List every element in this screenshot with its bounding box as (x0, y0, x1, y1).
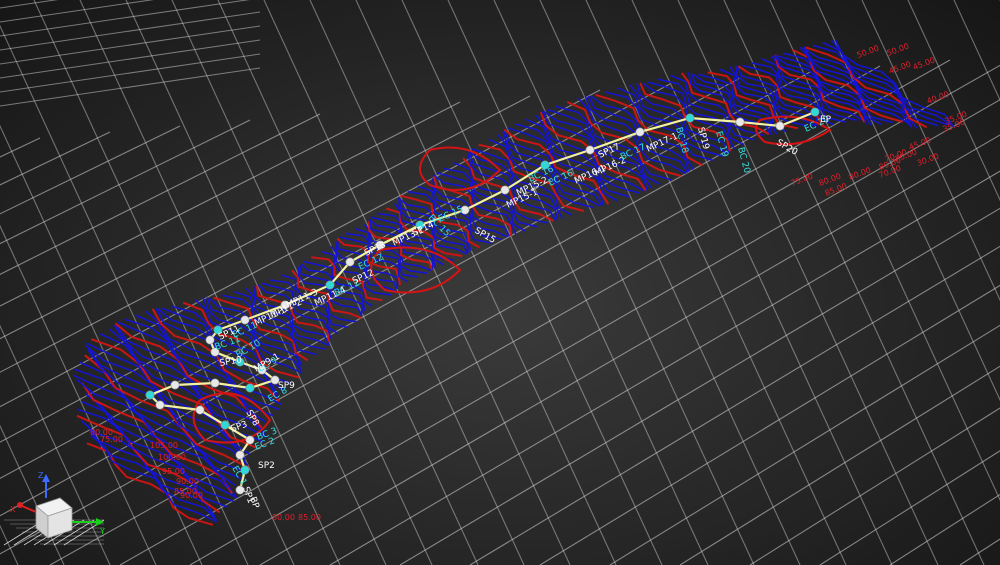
grid-line (0, 67, 261, 107)
elevation-label: 95.00 (162, 467, 185, 476)
elevation-label: 45.00 (888, 60, 913, 76)
elevation-label: 100.00 (158, 453, 186, 462)
grid-line (493, 0, 755, 565)
station-node[interactable] (585, 145, 595, 155)
alignment-label: SP2 (258, 461, 275, 471)
grid-line (0, 424, 65, 565)
alignment-label: MP17-1 (645, 131, 680, 154)
elevation-label: 85.00 (298, 513, 321, 522)
grid-line (953, 0, 1000, 102)
ground-grid (0, 0, 1000, 565)
curve-point-node[interactable] (325, 280, 335, 290)
elevation-label: 80.00 (272, 513, 295, 522)
grid-line (329, 170, 1000, 565)
elevation-label: 105.00 (150, 441, 178, 450)
elevation-label: 40.00 (926, 90, 951, 106)
alignment-label: EP (820, 115, 832, 125)
elevation-label: 90.00 (176, 477, 199, 486)
curve-point-node[interactable] (685, 113, 695, 123)
alignment-label: BC 20 (735, 146, 752, 175)
grid-line (0, 11, 261, 51)
grid-line (79, 0, 341, 565)
station-node[interactable] (500, 185, 510, 195)
curve-point-node[interactable] (810, 107, 820, 117)
elevation-label: 80.00 (848, 166, 873, 182)
grid-line (355, 0, 617, 565)
grid-line (401, 0, 663, 565)
grid-line (0, 39, 261, 79)
station-node[interactable] (635, 127, 645, 137)
station-node[interactable] (210, 378, 220, 388)
x-axis-head (17, 502, 23, 508)
x-axis-label: X (10, 505, 16, 514)
station-node[interactable] (155, 400, 165, 410)
curve-point-node[interactable] (245, 383, 255, 393)
elevation-label: 50.00 (856, 44, 881, 60)
y-axis-head (96, 518, 104, 526)
elevation-label: 75.00 (790, 172, 815, 188)
grid-line (171, 0, 433, 565)
elevation-label: 75.00 (100, 435, 123, 444)
station-node[interactable] (775, 121, 785, 131)
station-node[interactable] (345, 257, 355, 267)
grid-line (861, 0, 1000, 302)
3d-viewport[interactable]: 50.00 45.00 40.00 35.00 45.00 80.00 85.00 30.00… (0, 0, 1000, 565)
grid-line (0, 524, 19, 565)
grid-line (0, 53, 261, 93)
alignment-label: SP10 (219, 355, 243, 369)
z-axis-label: Z (38, 471, 44, 480)
curve-point-node[interactable] (145, 390, 155, 400)
grid-line (0, 25, 261, 65)
terrain-scene[interactable]: 50.0045.0040.0035.0045.0080.0085.0030.00… (0, 0, 1000, 565)
elevation-label: 30.00 (916, 152, 941, 168)
grid-line (0, 65, 881, 555)
curve-point-node[interactable] (220, 420, 230, 430)
elevation-labels: 50.0045.0040.0035.0045.0080.0085.0030.00… (90, 42, 968, 522)
station-node[interactable] (235, 450, 245, 460)
alignment-label: SP9 (278, 381, 295, 391)
x-axis-arrow (21, 505, 37, 513)
grid-line (539, 0, 801, 565)
contour-line (687, 72, 772, 135)
axis-gizmo[interactable]: Z Y X (3, 471, 105, 546)
alignment-label: SP1 (240, 486, 255, 505)
alignment-label: SP20 (775, 138, 800, 158)
station-node[interactable] (170, 380, 180, 390)
station-node[interactable] (195, 405, 205, 415)
grid-line (0, 324, 111, 565)
elevation-label: 90.00 (180, 491, 203, 500)
elevation-label: 50.00 (886, 42, 911, 58)
station-node[interactable] (735, 117, 745, 127)
grid-line (33, 0, 295, 565)
y-axis-label: Y (99, 527, 105, 536)
